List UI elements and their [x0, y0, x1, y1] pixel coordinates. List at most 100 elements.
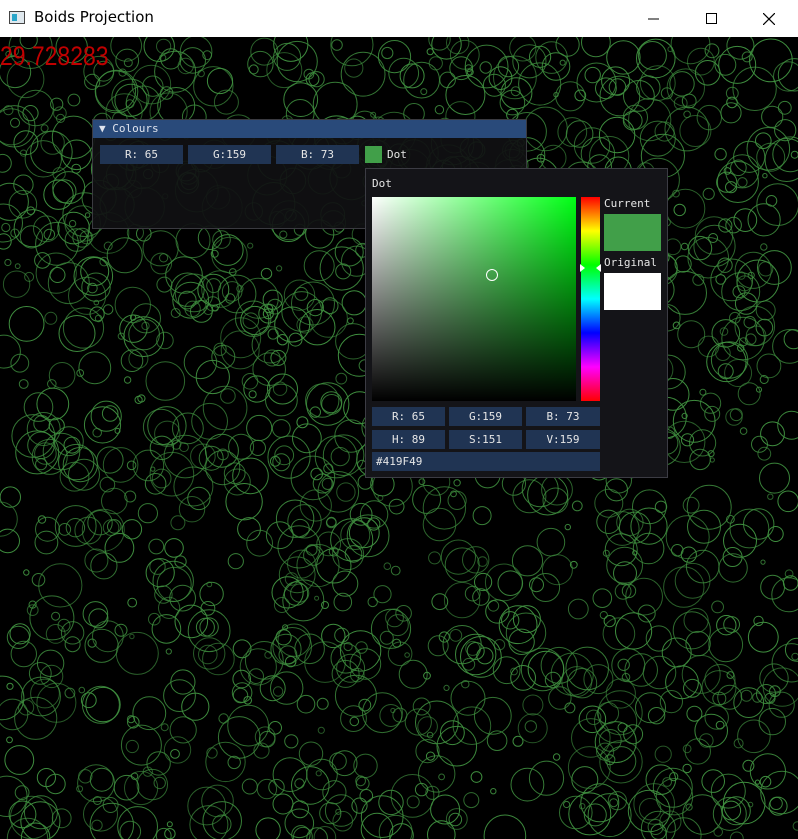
boid	[568, 792, 612, 836]
boid	[294, 286, 309, 301]
boid	[166, 821, 173, 828]
boid	[165, 648, 172, 655]
boid	[296, 416, 309, 429]
boid	[49, 267, 66, 283]
picker-title: Dot	[372, 177, 392, 190]
boid	[463, 792, 480, 809]
boid	[272, 757, 308, 792]
boid	[422, 507, 457, 542]
picker-blue-field[interactable]: B: 73	[526, 407, 600, 426]
boid	[571, 500, 583, 512]
boid	[704, 43, 720, 59]
picker-hue-field[interactable]: H: 89	[372, 430, 445, 449]
boid	[552, 753, 561, 761]
close-button[interactable]	[740, 0, 798, 37]
boid	[757, 446, 772, 461]
boid	[206, 67, 234, 95]
boid	[359, 789, 374, 803]
boid	[765, 195, 778, 207]
boid	[711, 600, 724, 614]
boid	[636, 38, 676, 79]
boid	[722, 781, 766, 825]
boid	[36, 649, 65, 677]
boid	[418, 755, 456, 793]
boid	[737, 177, 748, 188]
collapse-arrow-icon[interactable]: ▼	[99, 122, 106, 135]
picker-saturation-field[interactable]: S:151	[449, 430, 522, 449]
boid	[101, 487, 128, 515]
original-color-swatch[interactable]	[604, 273, 661, 310]
boid	[772, 136, 798, 173]
boid	[272, 686, 284, 697]
boid	[115, 631, 159, 675]
boid	[36, 768, 57, 788]
boid	[164, 538, 184, 558]
saturation-value-square[interactable]	[372, 197, 576, 401]
boid	[666, 68, 705, 107]
boid	[52, 171, 86, 205]
boid	[389, 823, 414, 839]
boid	[159, 253, 169, 263]
boid	[700, 392, 722, 414]
boid	[163, 679, 196, 712]
dot-color-swatch[interactable]	[365, 146, 382, 163]
maximize-icon	[705, 13, 717, 24]
boid	[355, 641, 368, 654]
hue-marker-left[interactable]	[580, 263, 585, 272]
render-viewport[interactable]: 29.728283 ▼ Colours R: 65 G:159 B: 73 Do…	[0, 37, 798, 839]
boid	[438, 773, 446, 781]
boid	[73, 256, 114, 296]
minimize-button[interactable]	[624, 0, 682, 37]
boid	[0, 153, 12, 173]
boid	[406, 795, 420, 809]
colours-window-header[interactable]: ▼ Colours	[93, 120, 526, 138]
boid	[604, 533, 638, 567]
boid	[699, 733, 714, 748]
picker-green-field[interactable]: G:159	[449, 407, 522, 426]
boid	[512, 735, 524, 747]
picker-value-field[interactable]: V:159	[526, 430, 600, 449]
boid	[379, 630, 394, 645]
boid	[563, 800, 571, 809]
boid	[265, 521, 294, 550]
boid	[682, 496, 700, 514]
boid	[145, 558, 175, 588]
boid	[524, 720, 537, 733]
boid	[541, 473, 573, 506]
boid	[453, 479, 461, 487]
sv-cursor[interactable]	[486, 268, 499, 281]
boid	[479, 61, 492, 74]
picker-red-field[interactable]: R: 65	[372, 407, 445, 426]
boid	[684, 738, 711, 765]
boid	[195, 359, 230, 395]
boid	[632, 489, 667, 525]
dot-red-field[interactable]: R: 65	[100, 145, 183, 164]
boid	[92, 427, 102, 438]
color-picker-popup[interactable]: Dot Current Original R: 65 G:159 B: 73 H…	[365, 168, 668, 478]
boid	[428, 56, 443, 71]
boid	[595, 77, 617, 100]
boid	[44, 311, 58, 325]
boid	[769, 796, 783, 811]
boid	[123, 376, 132, 384]
dot-green-field[interactable]: G:159	[188, 145, 271, 164]
maximize-button[interactable]	[682, 0, 740, 37]
hue-marker-right[interactable]	[596, 263, 601, 272]
boid	[220, 388, 236, 404]
boid	[706, 341, 747, 383]
boid	[129, 633, 135, 640]
boid	[737, 382, 761, 406]
boid	[367, 596, 378, 608]
boid	[403, 61, 441, 99]
boid	[61, 139, 92, 171]
colours-window-title: Colours	[112, 122, 159, 135]
hue-slider[interactable]	[580, 197, 601, 401]
boid	[442, 625, 482, 665]
dot-blue-field[interactable]: B: 73	[276, 145, 359, 164]
hex-input[interactable]: #419F49	[372, 452, 600, 471]
boid	[379, 704, 403, 727]
boid	[202, 385, 248, 431]
boid	[193, 66, 234, 107]
boid	[260, 267, 273, 280]
boid	[737, 719, 771, 754]
